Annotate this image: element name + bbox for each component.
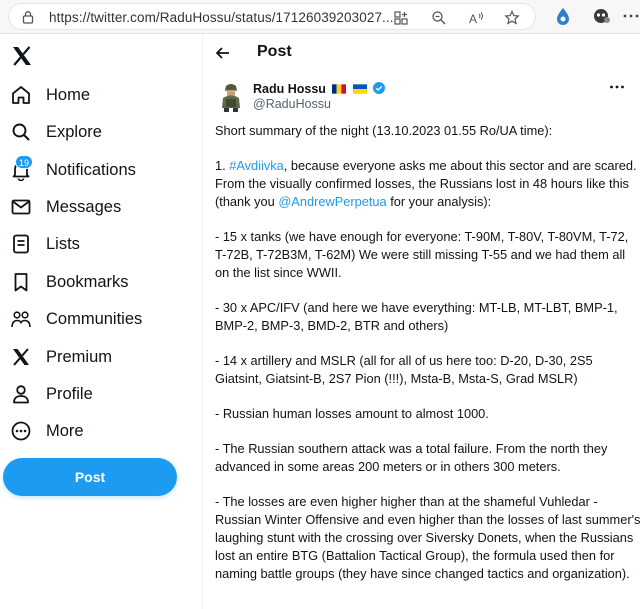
nav-communities[interactable]: Communities [0,301,200,337]
nav-label-lists: Lists [46,234,80,253]
tweet-text: Short summary of the night (13.10.2023 0… [215,122,640,600]
zoom-icon[interactable] [430,9,448,27]
extension-drop-icon[interactable] [553,6,573,26]
browser-toolbar: https://twitter.com/RaduHossu/status/171… [0,0,640,34]
nav-premium[interactable]: Premium [0,339,200,375]
extension-face-icon[interactable] [592,6,612,26]
hashtag-link[interactable]: #Avdiivka [229,158,284,173]
tweet-paragraph: 1. #Avdiivka, because everyone asks me a… [215,157,640,211]
nav-home[interactable]: Home [0,77,200,113]
nav-more[interactable]: More [0,413,200,449]
romania-flag-icon [332,84,347,94]
x-logo-icon[interactable] [10,44,34,68]
more-options-icon[interactable] [621,6,640,26]
author-name-row[interactable]: Radu Hossu [253,82,386,96]
search-icon [12,123,30,141]
list-number: 1. [215,158,230,173]
notification-badge: 19 [15,155,34,169]
left-sidebar: Home Explore 19 Notifications Messages L… [0,34,202,609]
tweet-paragraph: - Russian human losses amount to almost … [215,406,489,421]
author-handle[interactable]: @RaduHossu [253,97,331,111]
post-button[interactable]: Post [3,458,177,496]
nav-messages[interactable]: Messages [0,189,200,225]
envelope-icon [11,199,31,215]
nav-bookmarks[interactable]: Bookmarks [0,264,200,300]
lock-icon[interactable] [21,10,35,24]
author-name[interactable]: Radu Hossu [253,82,326,96]
home-icon [12,86,30,104]
tweet-paragraph: - The losses are even higher higher than… [215,494,640,581]
nav-explore[interactable]: Explore [0,114,200,150]
nav-label-messages: Messages [46,197,122,216]
nav-label-profile: Profile [46,384,93,403]
page-title: Post [257,43,292,60]
tweet-paragraph: - The Russian southern attack was a tota… [215,441,608,474]
read-aloud-icon[interactable]: A [467,9,485,27]
post-header: Post [203,34,640,72]
back-arrow-icon[interactable] [215,45,231,61]
nav-label-notifications: Notifications [46,160,136,179]
ukraine-flag-icon [352,84,367,94]
url-text[interactable]: https://twitter.com/RaduHossu/status/171… [49,10,394,25]
tweet-paragraph: - 15 x tanks (we have enough for everyon… [215,229,629,280]
x-logo-icon [13,348,29,366]
favorite-star-icon[interactable] [503,9,521,27]
avatar[interactable] [217,82,245,112]
nav-profile[interactable]: Profile [0,376,200,412]
more-horizontal-icon[interactable] [609,84,625,90]
nav-lists[interactable]: Lists [0,226,200,262]
svg-text:A: A [469,12,477,26]
bookmark-icon [14,273,28,292]
tweet-text-span: for your analysis): [386,194,492,209]
main-column: Post Radu Hossu @RaduHossu Short summary… [202,34,640,609]
people-icon [11,311,31,328]
nav-notifications[interactable]: 19 Notifications [0,152,200,188]
tweet-paragraph: - 30 x APC/IFV (and here we have everyth… [215,300,618,333]
verified-badge-icon [373,82,386,94]
tweet-paragraph: - 14 x artillery and MSLR (all for all o… [215,353,593,386]
nav-label-home: Home [46,85,91,104]
nav-label-explore: Explore [46,122,102,141]
nav-label-premium: Premium [46,347,113,366]
app-grid-icon[interactable] [392,9,410,27]
tweet-paragraph: Short summary of the night (13.10.2023 0… [215,123,553,138]
list-icon [13,234,29,254]
address-bar[interactable]: https://twitter.com/RaduHossu/status/171… [8,3,536,30]
mention-link[interactable]: @AndrewPerpetua [278,194,386,209]
nav-label-communities: Communities [46,309,143,328]
more-circle-icon [11,421,31,441]
person-icon [13,385,29,404]
nav-label-bookmarks: Bookmarks [46,272,129,291]
nav-label-more: More [46,421,84,440]
